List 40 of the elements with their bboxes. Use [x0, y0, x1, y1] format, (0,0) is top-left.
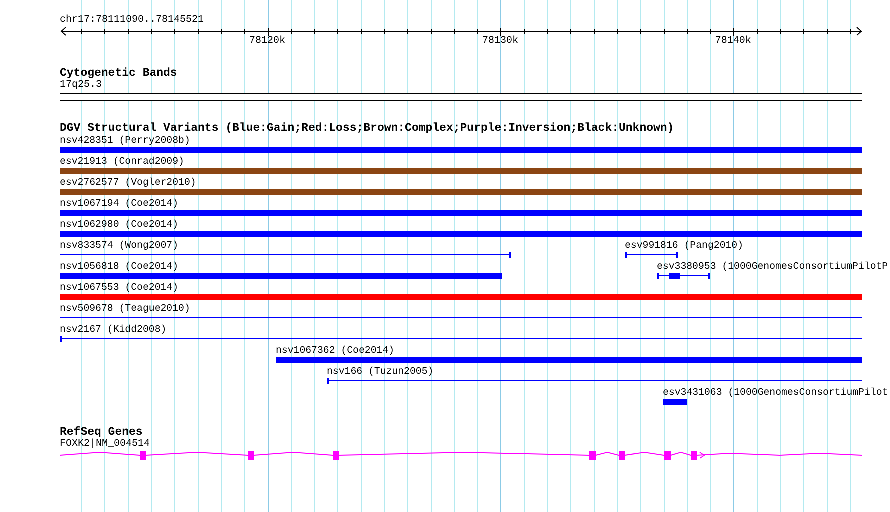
variant-bar[interactable] — [60, 273, 502, 279]
location-label: chr17:78111090..78145521 — [60, 15, 204, 26]
variant-bar[interactable] — [276, 357, 862, 363]
tick-label: 78130k — [482, 36, 518, 47]
variant-bar[interactable] — [60, 147, 862, 153]
variant-line[interactable] — [625, 252, 678, 258]
variant-label: nsv1056818 (Coe2014) — [60, 261, 180, 272]
variant-label: nsv1067362 (Coe2014) — [276, 345, 396, 356]
variant-bar[interactable] — [60, 189, 862, 195]
track-title: DGV Structural Variants (Blue:Gain;Red:Loss;Brown:Complex;Purple:Inversion;Black:Unknown) — [60, 122, 674, 135]
variant-label: nsv509678 (Teague2010) — [60, 303, 192, 314]
tick-label: 78120k — [250, 36, 286, 47]
variant-line[interactable] — [657, 273, 710, 279]
variant-label: nsv1067194 (Coe2014) — [60, 198, 180, 209]
variant-label: esv3380953 (1000GenomesConsortiumPilotP — [657, 261, 888, 272]
track-title: Cytogenetic Bands — [60, 67, 178, 80]
variant-label: esv991816 (Pang2010) — [625, 240, 744, 251]
variant-line[interactable] — [327, 378, 862, 384]
tick-label: 78140k — [715, 36, 752, 47]
variant-label: nsv1067553 (Coe2014) — [60, 282, 180, 293]
gene-label: FOXK2|NM_004514 — [60, 439, 150, 450]
variant-line[interactable] — [60, 336, 862, 342]
variant-label: nsv2167 (Kidd2008) — [60, 324, 168, 335]
track-title: RefSeq Genes — [60, 426, 143, 439]
variant-bar[interactable] — [60, 210, 862, 216]
variant-label: esv2762577 (Vogler2010) — [60, 177, 198, 188]
variant-label: nsv166 (Tuzun2005) — [327, 366, 435, 377]
variant-label: nsv833574 (Wong2007) — [60, 240, 180, 251]
gene-model-drawing[interactable] — [60, 451, 862, 460]
variant-label: esv21913 (Conrad2009) — [60, 156, 186, 167]
variant-label: nsv1062980 (Coe2014) — [60, 219, 180, 230]
variant-bar[interactable] — [663, 399, 687, 405]
variant-label: esv3431063 (1000GenomesConsortiumPilot — [663, 387, 888, 398]
variant-bar[interactable] — [60, 168, 862, 174]
variant-bar[interactable] — [60, 294, 862, 300]
variant-label: nsv428351 (Perry2008b) — [60, 135, 192, 146]
band-label: 17q25.3 — [60, 80, 102, 91]
variant-bar[interactable] — [60, 231, 862, 237]
variant-line[interactable] — [60, 252, 511, 258]
variant-line[interactable] — [60, 315, 862, 321]
